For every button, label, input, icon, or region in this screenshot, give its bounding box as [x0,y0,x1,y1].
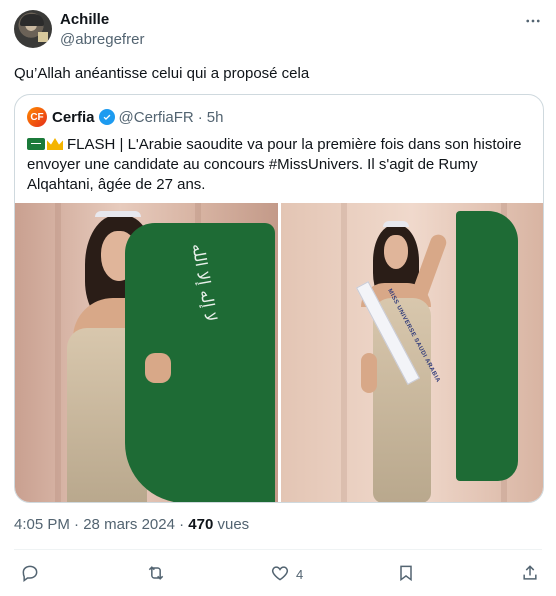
verified-badge-icon [98,109,115,125]
arm-shape [361,353,377,393]
cerfia-logo: CF [27,107,47,127]
retweet-button[interactable] [146,560,172,588]
meta-separator: · [74,516,80,533]
author-display-name[interactable]: Achille [60,11,109,28]
quoted-handle[interactable]: @CerfiaFR [119,109,194,126]
quoted-tweet-header: CF Cerfia @CerfiaFR · 5h [27,107,223,127]
tweet-date[interactable]: 28 mars 2024 [83,516,175,533]
quoted-body-text: FLASH | L'Arabie saoudite va pour la pre… [27,136,522,193]
hand-shape [145,353,171,383]
quoted-body: FLASH | L'Arabie saoudite va pour la pre… [27,135,533,195]
photo-right[interactable]: MISS UNIVERSE SAUDI ARABIA [281,203,543,502]
author-handle[interactable]: @abregefrer [60,31,144,48]
avatar-detail-shape [38,32,48,42]
avatar-hat-shape [20,14,44,26]
tweet-text: Qu’Allah anéantisse celui qui a proposé … [14,65,310,82]
divider [14,549,542,550]
quoted-display-name[interactable]: Cerfia [52,109,95,126]
views-count: 470 [188,516,214,533]
bookmark-icon [396,563,416,586]
meta-separator: · [179,516,185,533]
flag-shape [456,211,518,481]
tiara-shape [95,211,141,217]
bookmark-button[interactable] [396,560,422,588]
tweet-time[interactable]: 4:05 PM [14,516,70,533]
quoted-age[interactable]: 5h [207,109,224,126]
tweet-header: Achille @abregefrer [14,10,542,50]
share-button[interactable] [520,560,540,588]
curtain-fold [341,203,347,502]
tiara-shape [383,221,409,227]
crown-emoji-icon [47,138,63,150]
views-label: vues [217,516,250,533]
share-icon [520,563,540,586]
quoted-tweet-card[interactable]: CF Cerfia @CerfiaFR · 5h FLASH | L'Arabi… [14,94,544,503]
quoted-media: لا إله إلا الله MISS UNIVERSE SAUDI ARAB… [15,203,543,502]
avatar[interactable] [14,10,52,48]
tweet-meta: 4:05 PM · 28 mars 2024 · 470 vues [14,516,249,533]
curtain-fold [55,203,61,502]
action-bar: 4 [14,560,542,588]
like-button[interactable]: 4 [270,560,303,588]
face-shape [384,235,408,269]
reply-button[interactable] [20,560,46,588]
retweet-icon [146,563,166,586]
saudi-flag-emoji-icon [27,138,45,150]
photo-left[interactable]: لا إله إلا الله [15,203,278,502]
quoted-separator: · [197,108,203,126]
heart-icon [270,563,290,586]
like-count: 4 [296,566,304,582]
reply-icon [20,563,40,586]
more-horizontal-icon[interactable] [524,12,542,35]
